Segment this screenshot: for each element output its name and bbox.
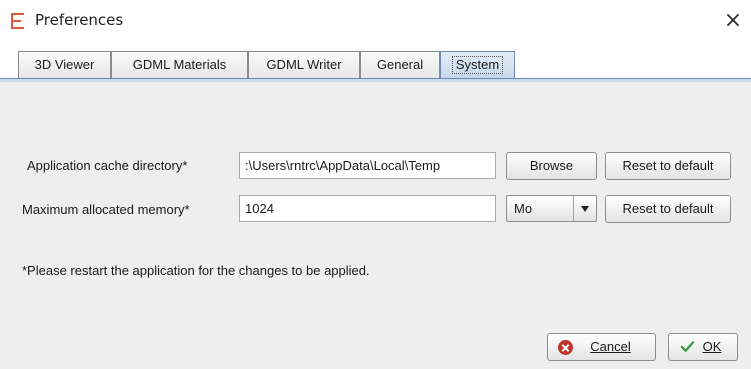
tab-general[interactable]: General bbox=[360, 51, 440, 78]
memory-field[interactable]: 1024 bbox=[239, 195, 496, 222]
ok-label: OK bbox=[702, 339, 722, 354]
ok-button[interactable]: OK bbox=[668, 333, 738, 361]
cancel-label: Cancel bbox=[590, 339, 631, 354]
cache-directory-field[interactable]: :\Users\rntrc\AppData\Local\Temp bbox=[239, 152, 496, 179]
chevron-down-icon[interactable] bbox=[573, 196, 596, 221]
checkmark-icon bbox=[680, 341, 695, 352]
close-icon[interactable]: × bbox=[722, 8, 744, 34]
memory-unit-select[interactable]: Mo bbox=[506, 195, 597, 222]
restart-note: *Please restart the application for the … bbox=[22, 263, 370, 278]
cancel-button[interactable]: Cancel bbox=[547, 333, 656, 361]
memory-unit-value: Mo bbox=[514, 201, 533, 216]
cancel-icon bbox=[558, 340, 573, 355]
tab-gdml-writer[interactable]: GDML Writer bbox=[248, 51, 360, 78]
tab-system[interactable]: System bbox=[440, 51, 515, 78]
reset-cache-button[interactable]: Reset to default bbox=[605, 152, 731, 180]
tab-gdml-materials[interactable]: GDML Materials bbox=[111, 51, 248, 78]
cache-directory-label: Application cache directory* bbox=[27, 158, 188, 173]
reset-memory-button[interactable]: Reset to default bbox=[605, 195, 731, 223]
window-title: Preferences bbox=[35, 11, 124, 29]
tab-3d-viewer[interactable]: 3D Viewer bbox=[18, 51, 111, 78]
tab-underline bbox=[0, 78, 751, 82]
memory-label: Maximum allocated memory* bbox=[22, 202, 190, 217]
tab-bar: 3D Viewer GDML Materials GDML Writer Gen… bbox=[0, 46, 751, 82]
title-bar: Preferences × bbox=[0, 0, 751, 46]
app-logo-icon bbox=[11, 13, 25, 29]
browse-button[interactable]: Browse bbox=[506, 152, 597, 180]
